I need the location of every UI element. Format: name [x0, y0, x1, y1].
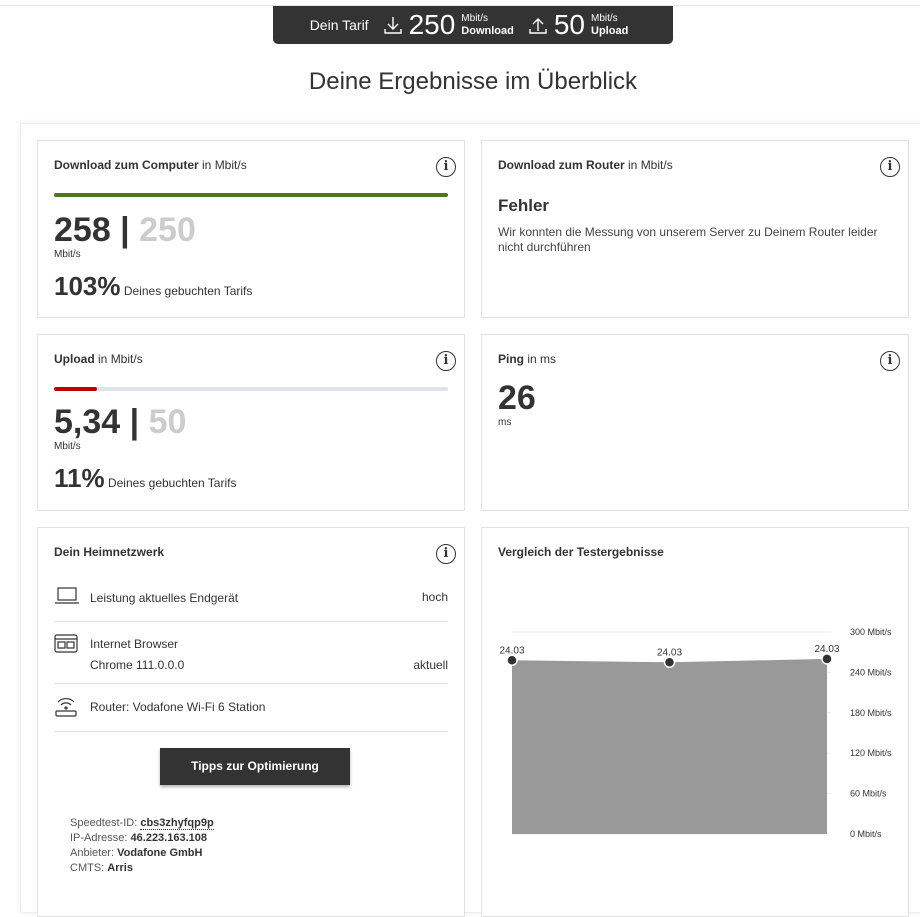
- comparison-chart-card: Vergleich der Testergebnisse 0 Mbit/s 60 …: [481, 527, 909, 917]
- info-icon[interactable]: i: [436, 351, 456, 371]
- upload-value: 5,34 | 50: [54, 403, 187, 441]
- data-label: 24.03: [657, 647, 682, 658]
- heimnetz-card: Dein Heimnetzwerk i Leistung aktuelles E…: [37, 527, 465, 917]
- ip-value: 46.223.163.108: [130, 832, 207, 844]
- data-label: 24.03: [814, 644, 839, 655]
- cmts-value: Arris: [107, 862, 133, 874]
- info-icon[interactable]: i: [880, 157, 900, 177]
- y-tick-label: 0 Mbit/s: [850, 829, 882, 839]
- download-icon: [383, 17, 402, 34]
- list-item: Router: Vodafone Wi-Fi 6 Station: [54, 684, 448, 732]
- tarif-banner: Dein Tarif 250 Mbit/s Download 50 Mbit/s U…: [273, 6, 673, 44]
- speedtest-id[interactable]: cbs3zhyfqp9p: [140, 817, 214, 830]
- y-tick-label: 180 Mbit/s: [850, 708, 892, 718]
- card-title: Download zum Router in Mbit/s: [498, 158, 673, 172]
- data-point: [506, 654, 518, 667]
- upload-icon: [529, 18, 547, 34]
- router-icon: [55, 698, 77, 717]
- page-title: Deine Ergebnisse im Überblick: [308, 68, 638, 95]
- download-computer-card: Download zum Computer in Mbit/s i 258 | …: [37, 140, 465, 318]
- speedtest-id-label: Speedtest-ID:: [70, 817, 138, 829]
- upload-progress-bar: [54, 387, 448, 391]
- data-label: 24.03: [499, 645, 524, 656]
- optimization-tips-button[interactable]: Tipps zur Optimierung: [160, 748, 350, 785]
- test-meta: Speedtest-ID: cbs3zhyfqp9p IP-Adresse: 4…: [70, 816, 214, 876]
- browser-icon: [54, 634, 78, 653]
- list-item: Internet Browser Chrome 111.0.0.0 aktuel…: [54, 622, 448, 684]
- tarif-download-unit: Mbit/s: [461, 13, 488, 24]
- area-series: [512, 658, 827, 834]
- tarif-upload-value: 50: [553, 9, 586, 40]
- list-item: Leistung aktuelles Endgerät hoch: [54, 578, 448, 622]
- ping-card: Ping in ms i 26 ms: [481, 334, 909, 511]
- upload-percent: 11% Deines gebuchten Tarifs: [54, 463, 237, 493]
- data-point: [663, 656, 676, 669]
- tarif-label: Dein Tarif: [309, 17, 369, 33]
- error-text: Wir konnten die Messung von unserem Serv…: [498, 225, 878, 254]
- row-status: aktuell: [413, 658, 448, 672]
- provider-label: Anbieter:: [70, 847, 115, 859]
- info-icon[interactable]: i: [880, 351, 900, 371]
- download-value: 258 | 250: [54, 211, 196, 249]
- provider-value: Vodafone GmbH: [117, 847, 203, 859]
- download-percent: 103% Deines gebuchten Tarifs: [54, 271, 253, 301]
- laptop-icon: [55, 587, 79, 604]
- y-tick-label: 60 Mbit/s: [850, 789, 887, 799]
- info-icon[interactable]: i: [436, 544, 456, 564]
- card-title: Upload in Mbit/s: [54, 352, 143, 366]
- card-title: Dein Heimnetzwerk: [54, 545, 165, 559]
- y-tick-label: 300 Mbit/s: [850, 627, 892, 637]
- data-point: [821, 653, 833, 665]
- y-tick-label: 240 Mbit/s: [850, 667, 892, 677]
- download-progress-bar: [54, 193, 448, 197]
- row-label: Router: Vodafone Wi-Fi 6 Station: [90, 700, 266, 714]
- comparison-chart: 0 Mbit/s 60 Mbit/s 120 Mbit/s 180 Mbit/s 240…: [499, 627, 892, 839]
- row-detail: Chrome 111.0.0.0: [90, 658, 185, 672]
- upload-unit: Mbit/s: [54, 441, 81, 452]
- card-title: Ping in ms: [498, 352, 557, 366]
- error-title: Fehler: [498, 196, 550, 215]
- row-status: hoch: [421, 590, 448, 604]
- tarif-download-label: Download: [461, 25, 514, 37]
- y-tick-label: 120 Mbit/s: [850, 748, 892, 758]
- tarif-download-value: 250: [408, 9, 456, 40]
- card-title: Download zum Computer in Mbit/s: [54, 158, 247, 172]
- tarif-upload-label: Upload: [591, 25, 629, 37]
- tarif-upload-unit: Mbit/s: [591, 13, 618, 24]
- download-unit: Mbit/s: [54, 249, 81, 260]
- ip-label: IP-Adresse:: [70, 832, 128, 844]
- info-icon[interactable]: i: [436, 157, 456, 177]
- download-router-card: Download zum Router in Mbit/s i Fehler W…: [481, 140, 909, 318]
- ping-value: 26: [498, 379, 536, 417]
- row-label: Internet Browser: [90, 637, 179, 651]
- upload-card: Upload in Mbit/s i 5,34 | 50 Mbit/s 11% …: [37, 334, 465, 511]
- cmts-label: CMTS:: [70, 862, 105, 874]
- ping-unit: ms: [498, 417, 512, 428]
- row-label: Leistung aktuelles Endgerät: [90, 591, 239, 605]
